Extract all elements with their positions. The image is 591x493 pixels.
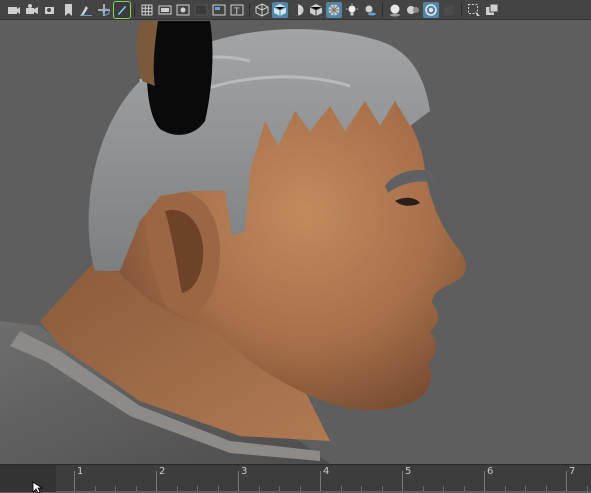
- timeline-minor-tick: [176, 486, 178, 491]
- timeline-minor-tick: [422, 486, 424, 491]
- timeline-minor-tick: [381, 486, 383, 491]
- toolbar-separator: [382, 2, 383, 17]
- character-head-render: [0, 21, 467, 464]
- mouse-cursor-icon: [32, 481, 44, 493]
- timeline-major-tick: [156, 471, 157, 491]
- timeline-minor-tick: [525, 486, 526, 491]
- ambient-occlusion-icon[interactable]: [387, 2, 403, 18]
- resolution-gate-icon[interactable]: [175, 2, 191, 18]
- svg-text:T: T: [233, 7, 240, 17]
- isolate-select-icon[interactable]: [466, 2, 482, 18]
- timeline-frame-label: 1: [77, 466, 84, 477]
- default-material-icon[interactable]: [290, 2, 306, 18]
- 3d-viewport[interactable]: [0, 21, 591, 464]
- timeline-minor-tick: [443, 486, 444, 491]
- grid-icon[interactable]: [139, 2, 155, 18]
- timeline-minor-tick: [279, 486, 280, 491]
- toolbar-separator: [461, 2, 462, 17]
- timeline-minor-tick: [586, 486, 588, 491]
- timeline-major-tick: [402, 471, 403, 491]
- time-slider[interactable]: 1 2 3 4 5 6 7: [0, 464, 591, 492]
- smooth-shade-icon[interactable]: [272, 1, 288, 18]
- timeline-minor-tick: [299, 486, 301, 491]
- safe-action-icon[interactable]: T: [229, 2, 245, 18]
- toolbar-separator: [134, 2, 135, 17]
- camera-select-icon[interactable]: [6, 2, 22, 18]
- anti-aliasing-icon[interactable]: [423, 1, 439, 18]
- timeline-minor-tick: [545, 486, 547, 491]
- viewport-panel-toolbar: T: [0, 0, 591, 20]
- timeline-minor-tick: [94, 486, 96, 491]
- film-gate-icon[interactable]: [157, 2, 173, 18]
- xray-joints-icon[interactable]: [484, 2, 500, 18]
- timeline-frame-label: 3: [241, 466, 248, 477]
- timeline-major-tick: [484, 471, 485, 491]
- timeline-major-tick: [566, 471, 567, 491]
- use-all-lights-icon[interactable]: [344, 2, 360, 18]
- 2d-pan-zoom-icon[interactable]: [96, 2, 112, 18]
- timeline-minor-tick: [258, 486, 260, 491]
- shadows-icon[interactable]: [362, 2, 378, 18]
- motion-blur-icon[interactable]: [405, 2, 421, 18]
- time-slider-gutter: [0, 465, 56, 492]
- field-chart-icon[interactable]: [211, 2, 227, 18]
- camera-attributes-icon[interactable]: [24, 2, 40, 18]
- timeline-major-tick: [238, 471, 239, 491]
- timeline-frame-label: 2: [159, 466, 166, 477]
- horn: [146, 21, 213, 135]
- wireframe-on-shaded-icon[interactable]: [308, 2, 324, 18]
- gate-mask-icon[interactable]: [193, 2, 209, 18]
- timeline-minor-tick: [361, 486, 362, 491]
- timeline-minor-tick: [115, 486, 116, 491]
- image-plane-icon[interactable]: [60, 2, 76, 18]
- timeline-minor-tick: [504, 486, 506, 491]
- wireframe-icon[interactable]: [254, 2, 270, 18]
- xray-icon[interactable]: [326, 1, 342, 18]
- timeline-minor-tick: [135, 486, 137, 491]
- toolbar-separator: [249, 2, 250, 17]
- grease-pencil-active-icon[interactable]: [113, 0, 131, 19]
- timeline-major-tick: [74, 471, 75, 491]
- timeline-minor-tick: [463, 486, 465, 491]
- timeline-major-tick: [320, 471, 321, 491]
- bookmarks-icon[interactable]: [42, 2, 58, 18]
- timeline-minor-tick: [217, 486, 219, 491]
- timeline-frame-label: 7: [569, 466, 576, 477]
- timeline-minor-tick: [197, 486, 198, 491]
- timeline-frame-label: 5: [405, 466, 412, 477]
- timeline-frame-label: 6: [487, 466, 494, 477]
- depth-of-field-icon[interactable]: [441, 2, 457, 18]
- timeline-frame-label: 4: [323, 466, 330, 477]
- timeline-minor-tick: [340, 486, 342, 491]
- grease-pencil-icon[interactable]: [78, 2, 94, 18]
